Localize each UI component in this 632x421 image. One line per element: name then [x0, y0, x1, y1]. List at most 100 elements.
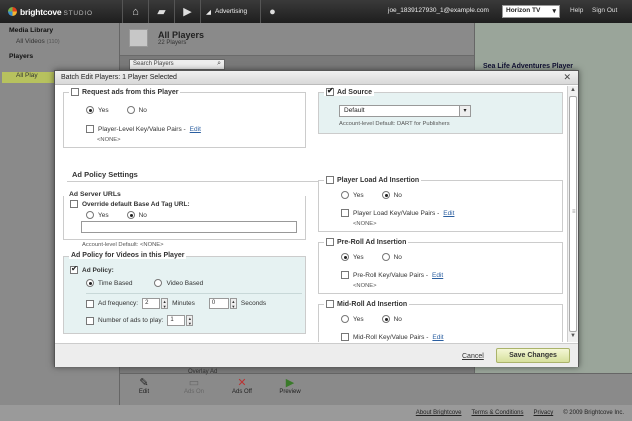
- sign-out-link[interactable]: Sign Out: [592, 7, 617, 14]
- home-icon[interactable]: ⌂: [122, 0, 148, 23]
- minutes-stepper[interactable]: 2: [142, 298, 161, 309]
- dialog-title: Batch Edit Players: 1 Player Selected: [61, 74, 177, 81]
- privacy-link[interactable]: Privacy: [534, 410, 554, 416]
- override-no-radio[interactable]: [126, 211, 135, 219]
- mid-roll-yes-radio[interactable]: [341, 315, 349, 323]
- dialog-header: Batch Edit Players: 1 Player Selected ✕: [55, 71, 578, 85]
- scroll-down-icon[interactable]: ▼: [569, 333, 577, 341]
- play-icon: ▶: [285, 377, 295, 389]
- search-input[interactable]: Search Players ⌕: [129, 59, 225, 70]
- chat-icon[interactable]: ●: [260, 0, 284, 23]
- players-header: All Players 22 Players: [120, 23, 474, 56]
- player-count: 22 Players: [158, 40, 187, 46]
- user-email: joe_1839127930_1@example.com: [388, 7, 489, 14]
- minutes-label: Minutes: [172, 300, 195, 307]
- player-kv-checkbox[interactable]: [86, 125, 94, 133]
- ad-policy-checkbox[interactable]: [70, 264, 78, 274]
- advertising-button[interactable]: ◢ Advertising: [200, 0, 260, 23]
- player-load-no-radio[interactable]: [381, 191, 390, 199]
- player-load-kv-edit-link[interactable]: Edit: [443, 210, 454, 217]
- pre-roll-section: Pre-Roll Ad Insertion Yes No Pre-Roll Key…: [318, 238, 563, 294]
- ad-frequency-checkbox[interactable]: [86, 299, 94, 308]
- scroll-up-icon[interactable]: ▲: [569, 87, 577, 95]
- num-ads-stepper[interactable]: 1: [167, 315, 186, 326]
- ad-policy-settings-heading: Ad Policy Settings: [72, 170, 138, 179]
- player-load-yes-radio[interactable]: [341, 191, 349, 199]
- about-link[interactable]: About Brightcove: [416, 410, 462, 416]
- override-tag-checkbox[interactable]: [70, 200, 78, 208]
- video-count: (110): [46, 39, 60, 45]
- footer: About Brightcove Terms & Conditions Priv…: [0, 405, 632, 421]
- mid-roll-checkbox[interactable]: [326, 300, 334, 308]
- request-ads-yes-radio[interactable]: [86, 106, 94, 114]
- stepper-arrows-icon[interactable]: ▲ ▼: [186, 315, 194, 326]
- player-load-checkbox[interactable]: [326, 176, 334, 184]
- seconds-stepper[interactable]: 0: [208, 298, 229, 309]
- ad-tag-url-input[interactable]: [81, 221, 297, 233]
- brightcove-logo[interactable]: brightcove STUDIO: [0, 0, 122, 23]
- scrollbar-thumb[interactable]: ≡: [569, 96, 577, 332]
- preview-button[interactable]: ▶ Preview: [270, 377, 310, 395]
- dialog-scrollbar[interactable]: ▲ ≡ ▼: [567, 86, 578, 342]
- player-detail-title: Sea Life Adventures Player: [483, 63, 574, 70]
- close-icon[interactable]: ✕: [563, 72, 571, 83]
- mid-roll-kv-edit-link[interactable]: Edit: [432, 334, 443, 341]
- pre-roll-kv-edit-link[interactable]: Edit: [432, 272, 443, 279]
- player-load-section: Player Load Ad Insertion Yes No Player Lo…: [318, 176, 563, 232]
- overlay-ad-label: Overlay Ad: [188, 369, 218, 375]
- ad-policy-label: Ad Policy:: [82, 266, 114, 274]
- folder-icon[interactable]: ▰: [148, 0, 174, 23]
- ads-off-button[interactable]: ✕ Ads Off: [222, 377, 262, 395]
- time-based-label: Time Based: [98, 279, 133, 287]
- sidebar-item-label: All Videos: [16, 38, 45, 45]
- no-label: No: [138, 106, 147, 114]
- grip-icon: ≡: [572, 209, 576, 215]
- ad-source-select[interactable]: Default ▾: [339, 105, 471, 117]
- override-yes-radio[interactable]: [86, 211, 94, 219]
- num-ads-checkbox[interactable]: [86, 316, 94, 325]
- video-based-radio[interactable]: [154, 279, 163, 287]
- divider: [86, 293, 302, 294]
- time-based-radio[interactable]: [86, 279, 94, 287]
- save-changes-button[interactable]: Save Changes: [496, 348, 570, 363]
- ads-on-button[interactable]: ▭ Ads On: [174, 377, 214, 395]
- request-ads-no-radio[interactable]: [126, 106, 135, 114]
- player-kv-value: <NONE>: [97, 137, 121, 143]
- ad-source-label: Ad Source: [337, 88, 373, 96]
- ad-frequency-label: Ad frequency:: [98, 300, 139, 307]
- sidebar-heading-players: Players: [9, 53, 34, 60]
- player-kv-label: Player-Level Key/Value Pairs -: [98, 125, 186, 133]
- player-icon[interactable]: ▶: [174, 0, 200, 23]
- ad-source-checkbox[interactable]: [326, 86, 334, 96]
- sidebar-item-all-videos[interactable]: All Videos (110): [0, 34, 119, 45]
- logo-mark-icon: [8, 7, 17, 16]
- player-load-kv-checkbox[interactable]: [341, 209, 349, 217]
- pre-roll-kv-checkbox[interactable]: [341, 271, 349, 279]
- stepper-arrows-icon[interactable]: ▲ ▼: [161, 298, 169, 309]
- brand-suffix: STUDIO: [63, 9, 93, 17]
- request-ads-checkbox[interactable]: [71, 88, 79, 96]
- mid-roll-section: Mid-Roll Ad Insertion Yes No Mid-Roll Key…: [318, 300, 563, 342]
- mid-roll-kv-checkbox[interactable]: [341, 333, 349, 341]
- mid-roll-no-radio[interactable]: [381, 315, 390, 323]
- stepper-arrows-icon[interactable]: ▲ ▼: [229, 298, 237, 309]
- search-placeholder: Search Players: [133, 61, 174, 67]
- account-select[interactable]: Horizon TV: [502, 5, 560, 18]
- search-icon[interactable]: ⌕: [217, 60, 221, 68]
- sidebar-heading-media-library: Media Library: [9, 27, 54, 34]
- help-link[interactable]: Help: [570, 7, 583, 14]
- player-kv-edit-link[interactable]: Edit: [190, 126, 201, 133]
- cancel-button[interactable]: Cancel: [462, 353, 484, 360]
- edit-button[interactable]: ✎ Edit: [124, 377, 164, 395]
- ads-off-icon: ✕: [237, 377, 247, 389]
- terms-link[interactable]: Terms & Conditions: [472, 410, 524, 416]
- player-load-kv-value: <NONE>: [353, 221, 377, 227]
- yes-label: Yes: [98, 106, 109, 114]
- mid-roll-label: Mid-Roll Ad Insertion: [337, 300, 408, 308]
- dialog-footer: Cancel Save Changes: [55, 343, 578, 367]
- action-toolbar: Overlay Ad ✎ Edit ▭ Ads On ✕ Ads Off ▶ Previ…: [120, 369, 632, 405]
- pre-roll-no-radio[interactable]: [381, 253, 390, 261]
- pre-roll-yes-radio[interactable]: [341, 253, 349, 261]
- player-load-label: Player Load Ad Insertion: [337, 176, 420, 184]
- pre-roll-checkbox[interactable]: [326, 238, 334, 246]
